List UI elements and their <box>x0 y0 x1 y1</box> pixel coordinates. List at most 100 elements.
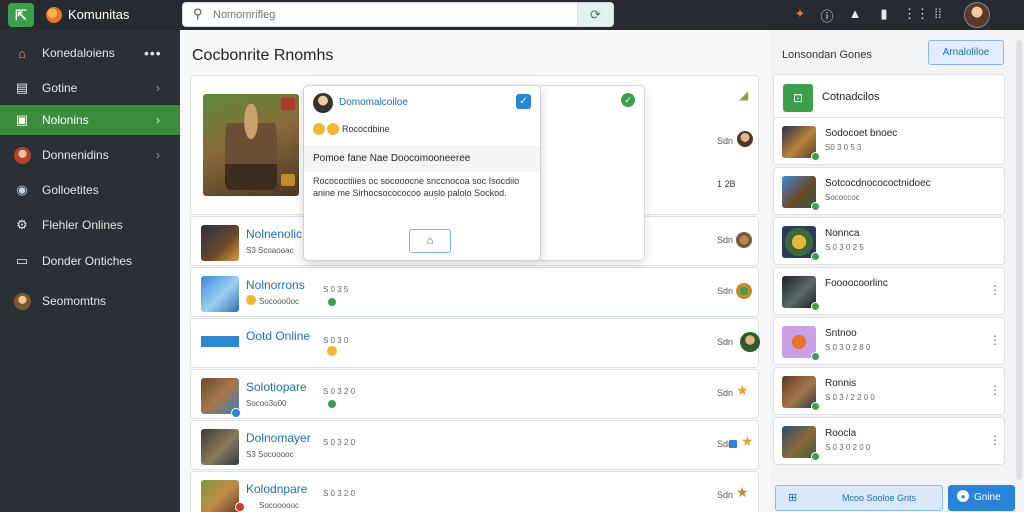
popup-heading: Pomoe fane Nae Doocomooneeree <box>313 153 471 164</box>
item-meta: S 0 3 0 2 8 0 <box>825 343 871 352</box>
item-meta: S 0 3 0 2 0 0 <box>825 443 871 452</box>
more-icon[interactable]: ⋮ <box>989 333 1001 347</box>
list-item[interactable]: Foooocoorlinc ⋮ <box>773 267 1005 315</box>
panel-header-card[interactable]: ⊡ Cotnadcilos <box>773 74 1005 122</box>
list-item[interactable]: Ootd Online S 0 3 0 Sdn <box>190 318 760 368</box>
apps-icon[interactable]: ⁞⁞ <box>930 6 946 21</box>
sidebar-item-2[interactable]: ▤ Gotine › <box>0 73 180 103</box>
secondary-footer-button[interactable]: ⊞ Mcoo Sooloe Gnts <box>775 485 943 511</box>
online-status-icon <box>327 297 337 307</box>
more-icon[interactable]: ⋮ <box>989 283 1001 297</box>
game-thumbnail <box>201 327 239 363</box>
sidebar-item-label: Donder Ontiches <box>42 254 133 268</box>
emoji-icon <box>327 346 337 356</box>
popup-action-button[interactable]: ⌂ <box>409 229 451 253</box>
chevron-right-icon: › <box>156 148 160 162</box>
sidebar-item-4[interactable]: Donnenidins › <box>0 140 180 170</box>
checkbox-icon[interactable]: ✓ <box>516 94 531 109</box>
app-title: Komunitas <box>68 7 130 22</box>
message-icon[interactable]: ▮ <box>876 6 892 22</box>
search-submit-button[interactable]: ⟳ <box>577 3 613 26</box>
page-title: Cocbonrite Rnomhs <box>192 47 334 64</box>
grid-icon[interactable]: ⋮⋮ <box>903 6 929 22</box>
item-meta: Sdn <box>717 235 734 245</box>
list-item[interactable]: Solotiopare S 0 3 2 0 Socoo3o00 Sdn ★ <box>190 369 759 419</box>
item-title[interactable]: Dolnomayer <box>246 431 311 445</box>
list-icon: ▤ <box>15 80 29 95</box>
user-avatar[interactable] <box>964 2 990 28</box>
item-title: Sotcocdnocococtnidoec <box>825 178 931 189</box>
search-icon: ⚲ <box>193 6 203 21</box>
puzzle-icon[interactable]: ✦ <box>792 6 808 22</box>
item-title: Ronnis <box>825 378 857 389</box>
popup-body: Rocococtiiies oc socooocne snccnocoa soc… <box>313 176 520 198</box>
info-icon[interactable]: ⓘ <box>819 6 835 25</box>
search-input[interactable] <box>213 7 573 23</box>
item-subtitle: S3 Scoaooac <box>246 246 294 255</box>
sidebar-item-1[interactable]: ⌂ Konedaloiens ••• <box>0 38 180 68</box>
more-icon[interactable]: ⋮ <box>989 433 1001 447</box>
list-item[interactable]: Sntnoo S 0 3 0 2 8 0 ⋮ <box>773 317 1005 365</box>
list-item[interactable]: Sotcocdnocococtnidoec Sococcoc <box>773 167 1005 215</box>
online-status-icon <box>327 399 337 409</box>
check-icon[interactable]: ✓ <box>621 93 635 107</box>
item-meta: S 0 3 2 0 <box>323 387 356 396</box>
item-subtitle: Socoo3o00 <box>246 399 287 408</box>
list-item[interactable]: Nolnorrons S 0 3 5 Socooo0oc Sdn <box>190 267 759 317</box>
note-icon: ▭ <box>15 253 29 268</box>
item-title[interactable]: Nolnorrons <box>246 278 305 292</box>
sidebar-item-7[interactable]: ▭ Donder Ontiches <box>0 246 180 276</box>
sidebar-item-6[interactable]: ⚙ Flehler Onlines <box>0 210 180 240</box>
sidebar-item-label: Seomomtns <box>42 294 107 308</box>
item-title[interactable]: Ootd Online <box>246 329 310 343</box>
avatar-icon <box>13 292 31 310</box>
right-panel: Lonsondan Gones Arnaloliloe ⊡ Cotnadcilo… <box>770 30 1024 512</box>
sidebar-item-label: Konedaloiens <box>42 46 115 60</box>
item-title: Sodocoet bnoec <box>825 128 898 139</box>
platform-icon <box>231 408 241 418</box>
list-item[interactable]: Ronnis S 0 3 / 2 2 0 0 ⋮ <box>773 367 1005 415</box>
avatar <box>313 93 333 113</box>
list-item[interactable]: Dolnomayer S 0 3 2 0 S3 Socooooc Sdn ★ <box>190 420 759 470</box>
sidebar-item-label: Donnenidins <box>42 148 109 162</box>
item-title[interactable]: Solotiopare <box>246 380 307 394</box>
badge-icon <box>729 440 737 448</box>
avatar <box>737 131 753 147</box>
featured-thumbnail[interactable] <box>203 94 299 196</box>
gear-icon: ⚙ <box>16 217 28 232</box>
sidebar-item-8[interactable]: Seomomtns <box>0 286 180 316</box>
item-meta: S 0 3 5 <box>323 285 349 294</box>
button-label: Mcoo Sooloe Gnts <box>842 493 917 503</box>
scrollbar[interactable] <box>1016 40 1022 480</box>
star-icon: ★ <box>741 433 754 449</box>
panel-action-button[interactable]: Arnaloliloe <box>928 40 1004 65</box>
online-icon: ● <box>957 490 969 502</box>
reward-icon: ★ <box>736 484 749 500</box>
primary-footer-button[interactable]: ● Gnine <box>948 485 1015 511</box>
item-meta: Sdn <box>717 490 734 500</box>
list-item[interactable]: Sodocoet bnoec S0 3 0 5 3 <box>773 117 1005 165</box>
emoji-icon <box>246 295 256 305</box>
item-title: Roocla <box>825 428 857 439</box>
item-title[interactable]: Kolodnpare <box>246 482 307 496</box>
item-subtitle: Socooo0oc <box>259 297 300 306</box>
back-home-button[interactable]: ⇱ <box>8 3 34 27</box>
sidebar-item-label: Flehler Onlines <box>42 218 123 232</box>
arrow-icon[interactable]: ◢ <box>739 88 748 102</box>
list-item[interactable]: Nonnca S 0 3 0 2 5 <box>773 217 1005 265</box>
list-item[interactable]: Kolodnpare S 0 3 2 0 Socoooooc Sdn ★ <box>190 471 759 512</box>
item-meta: Sdn <box>717 286 734 296</box>
sidebar-item-5[interactable]: ◉ Golloetites <box>0 175 180 205</box>
online-status-icon <box>811 402 820 411</box>
list-item[interactable]: Roocla S 0 3 0 2 0 0 ⋮ <box>773 417 1005 465</box>
bell-icon[interactable]: ▲ <box>847 6 863 21</box>
item-title[interactable]: Nolnenolic <box>246 227 302 241</box>
more-icon[interactable]: ⋮ <box>989 383 1001 397</box>
popup-reaction: Rococdbine <box>342 124 390 134</box>
popup-user-name[interactable]: Domomalcoiloe <box>339 97 408 108</box>
item-title: Foooocoorlinc <box>825 278 888 289</box>
search-bar: ⚲ ⟳ <box>182 2 614 27</box>
more-icon[interactable]: ••• <box>144 45 162 61</box>
online-status-icon <box>811 202 820 211</box>
sidebar-item-3[interactable]: ▣ Nolonins › <box>0 105 180 135</box>
